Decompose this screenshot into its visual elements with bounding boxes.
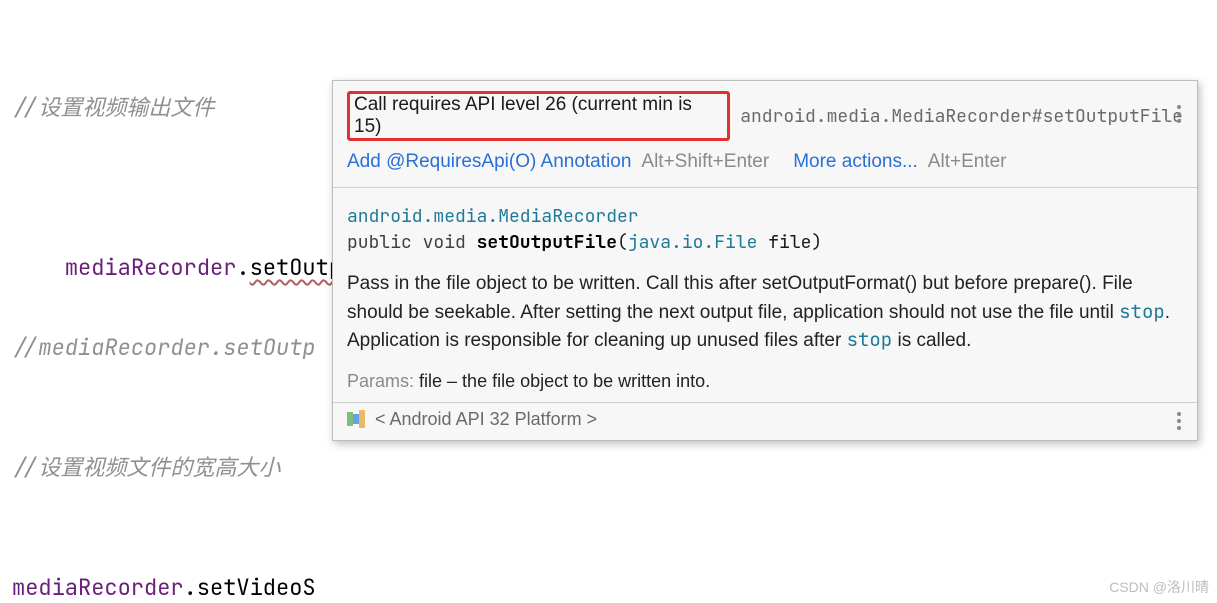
comment: //设置视频输出文件 xyxy=(12,93,214,122)
comment: //设置视频文件的宽高大小 xyxy=(12,453,280,482)
doc-signature: public void setOutputFile(java.io.File f… xyxy=(347,230,1183,256)
quickfix-add-annotation[interactable]: Add @RequiresApi(O) Annotation xyxy=(347,151,631,173)
shortcut-hint: Alt+Enter xyxy=(928,151,1007,173)
module-label: < Android API 32 Platform > xyxy=(375,409,597,430)
identifier: mediaRecorder xyxy=(12,573,184,602)
identifier: mediaRecorder xyxy=(65,253,237,282)
lint-warning-text: Call requires API level 26 (current min … xyxy=(347,91,730,141)
signature-reference: android.media.MediaRecorder#setOutputFil… xyxy=(740,105,1183,128)
javadoc-body: android.media.MediaRecorder public void … xyxy=(333,188,1197,365)
comment: //mediaRecorder.setOutp xyxy=(12,333,316,362)
watermark: CSDN @洛川晴 xyxy=(1109,577,1209,597)
module-icon xyxy=(347,410,365,428)
more-menu-icon[interactable] xyxy=(1171,105,1187,123)
doc-description: Pass in the file object to be written. C… xyxy=(347,270,1183,355)
doc-package: android.media.MediaRecorder xyxy=(347,204,1183,230)
doc-params: Params: file – the file object to be wri… xyxy=(333,365,1197,402)
doc-more-menu-icon[interactable] xyxy=(1171,412,1187,430)
intention-popup: Call requires API level 26 (current min … xyxy=(332,80,1198,441)
shortcut-hint: Alt+Shift+Enter xyxy=(641,151,769,173)
more-actions-link[interactable]: More actions... xyxy=(793,151,918,173)
